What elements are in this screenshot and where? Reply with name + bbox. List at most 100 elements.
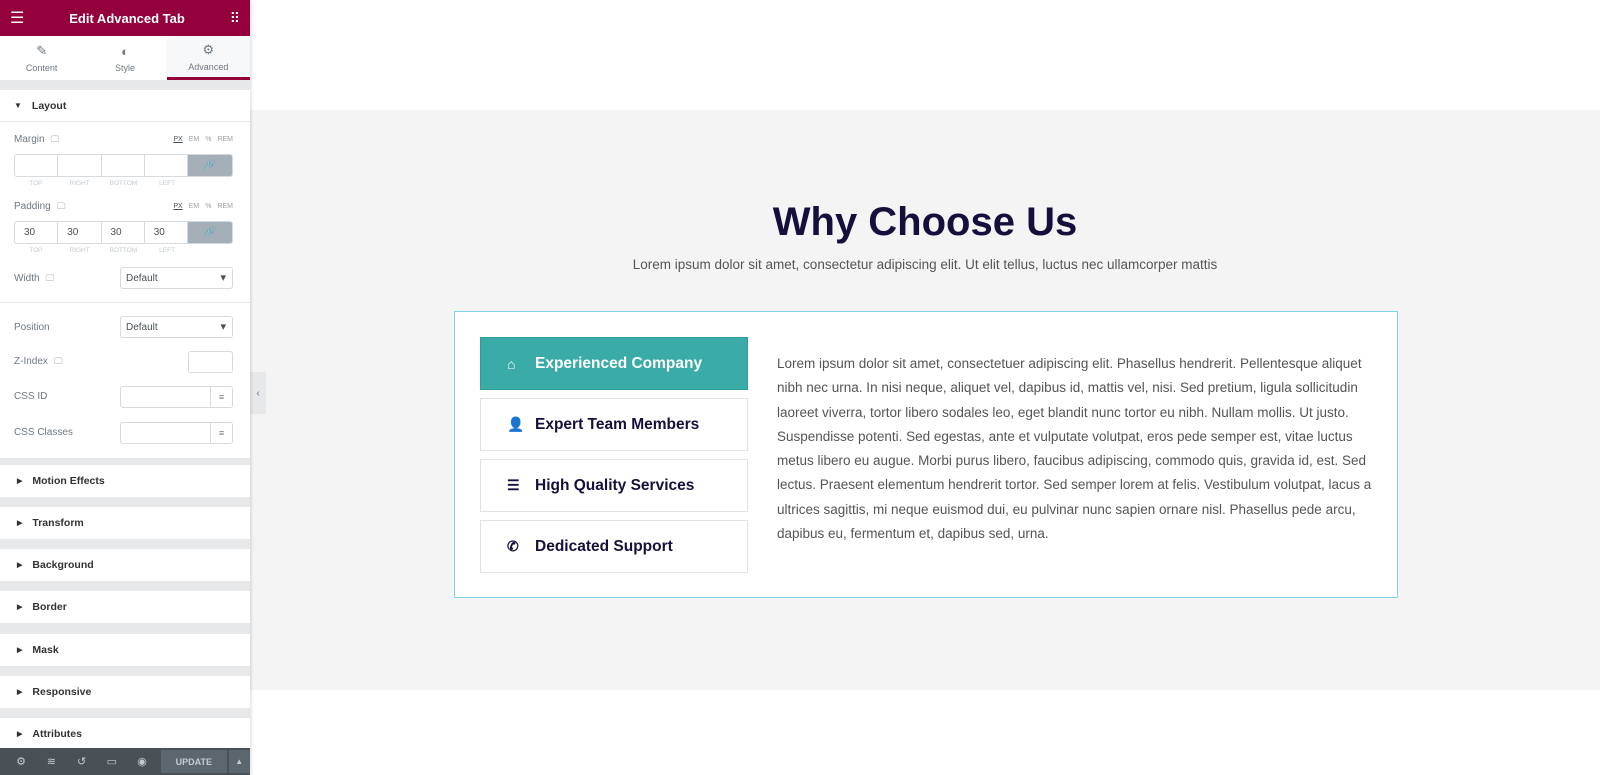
- css-id-input[interactable]: ≡: [120, 386, 233, 408]
- settings-icon[interactable]: ⚙: [6, 755, 36, 768]
- link-icon: 🔗: [203, 160, 217, 171]
- tab-label: Advanced: [188, 61, 229, 72]
- dynamic-tags-icon[interactable]: ≡: [210, 423, 232, 443]
- caret-right-icon: ▶: [17, 520, 23, 527]
- unit-px[interactable]: PX: [173, 203, 182, 210]
- margin-side-labels: TOP RIGHT BOTTOM LEFT: [29, 180, 176, 187]
- unit-rem[interactable]: REM: [217, 203, 233, 210]
- section-transform[interactable]: ▶ Transform: [0, 507, 250, 539]
- update-button[interactable]: UPDATE: [161, 750, 227, 773]
- section-border[interactable]: ▶ Border: [0, 591, 250, 623]
- css-classes-input[interactable]: ≡: [120, 422, 233, 444]
- tab-experienced-company[interactable]: ⌂ Experienced Company: [480, 337, 748, 390]
- preview-eye-icon[interactable]: ◉: [127, 755, 157, 768]
- unit-em[interactable]: EM: [189, 136, 200, 143]
- margin-units: PX EM% REM: [173, 136, 233, 143]
- link-icon: 🔗: [203, 227, 217, 238]
- unit-px[interactable]: PX: [173, 136, 182, 143]
- editor-panel: ☰ Edit Advanced Tab ⠿ ✎ Content ◐ Style ⚙ A…: [0, 0, 250, 775]
- caret-right-icon: ▶: [17, 689, 23, 696]
- tab-style[interactable]: ◐ Style: [83, 36, 166, 80]
- panel-tabs: ✎ Content ◐ Style ⚙ Advanced: [0, 36, 250, 80]
- layout-section-header[interactable]: ▼ Layout: [0, 90, 250, 122]
- tab-expert-team-members[interactable]: 👤 Expert Team Members: [480, 398, 748, 451]
- tab-advanced[interactable]: ⚙ Advanced: [166, 36, 250, 80]
- tab-label: Style: [114, 62, 135, 73]
- panel-header: ☰ Edit Advanced Tab ⠿: [0, 0, 250, 36]
- margin-left-input[interactable]: [145, 155, 188, 176]
- desktop-icon[interactable]: 🖵: [57, 201, 66, 211]
- caret-right-icon: ▶: [17, 562, 23, 569]
- padding-bottom-input[interactable]: 30: [102, 222, 145, 243]
- section-background[interactable]: ▶ Background: [0, 549, 250, 581]
- caret-right-icon: ▶: [17, 731, 23, 738]
- padding-inputs: 30 30 30 30 🔗: [14, 221, 233, 244]
- caret-right-icon: ▶: [17, 604, 23, 611]
- navigator-layers-icon[interactable]: ≋: [36, 755, 66, 768]
- caret-right-icon: ▶: [17, 647, 23, 654]
- responsive-mode-icon[interactable]: ▭: [97, 755, 127, 768]
- z-index-label: Z-Index 🖵: [14, 356, 63, 367]
- panel-footer: ⚙ ≋ ↺ ▭ ◉ UPDATE ▲: [0, 748, 250, 775]
- css-id-label: CSS ID: [14, 391, 48, 402]
- padding-units: PX EM% REM: [173, 203, 233, 210]
- phone-icon: ✆: [507, 538, 519, 554]
- gear-icon: ⚙: [202, 41, 215, 57]
- pencil-icon: ✎: [36, 43, 48, 58]
- section-mask[interactable]: ▶ Mask: [0, 634, 250, 666]
- tab-content[interactable]: ✎ Content: [0, 36, 83, 80]
- tab-dedicated-support[interactable]: ✆ Dedicated Support: [480, 520, 748, 573]
- link-values-button[interactable]: 🔗: [188, 222, 232, 243]
- desktop-icon[interactable]: 🖵: [46, 273, 55, 283]
- section-responsive[interactable]: ▶ Responsive: [0, 676, 250, 708]
- caret-right-icon: ▶: [17, 478, 23, 485]
- tab-label: Content: [25, 63, 58, 73]
- margin-inputs: 🔗: [14, 154, 233, 177]
- width-label: Width 🖵: [14, 273, 55, 284]
- padding-top-input[interactable]: 30: [15, 222, 59, 243]
- half-circle-icon: ◐: [121, 43, 129, 59]
- dynamic-tags-icon[interactable]: ≡: [210, 387, 232, 407]
- padding-label: Padding 🖵: [14, 201, 66, 212]
- chevron-left-icon: ‹: [256, 387, 260, 399]
- page-title: Why Choose Us: [772, 200, 1078, 244]
- padding-right-input[interactable]: 30: [58, 222, 102, 243]
- desktop-icon[interactable]: 🖵: [54, 356, 63, 366]
- save-options-button[interactable]: ▲: [228, 750, 250, 773]
- margin-right-input[interactable]: [58, 155, 102, 176]
- margin-top-input[interactable]: [15, 155, 59, 176]
- list-icon: ☰: [507, 477, 520, 493]
- section-motion-effects[interactable]: ▶ Motion Effects: [0, 465, 250, 497]
- tabs-widget: ⌂ Experienced Company 👤 Expert Team Member…: [454, 311, 1398, 598]
- unit-percent[interactable]: %: [205, 136, 211, 143]
- page-subtitle: Lorem ipsum dolor sit amet, consectetur …: [632, 257, 1218, 272]
- unit-percent[interactable]: %: [205, 203, 211, 210]
- unit-rem[interactable]: REM: [217, 136, 233, 143]
- caret-up-icon: ▲: [235, 757, 244, 766]
- panel-title: Edit Advanced Tab: [69, 10, 185, 26]
- unit-em[interactable]: EM: [189, 203, 200, 210]
- z-index-input[interactable]: [188, 351, 233, 373]
- hamburger-menu-icon[interactable]: ☰: [10, 8, 24, 28]
- padding-left-input[interactable]: 30: [145, 222, 188, 243]
- layout-section: ▼ Layout Margin 🖵 PX EM% REM 🔗 TOP RIGHT BOTTO…: [0, 90, 250, 458]
- desktop-icon[interactable]: 🖵: [51, 134, 60, 144]
- margin-bottom-input[interactable]: [102, 155, 145, 176]
- tab-high-quality-services[interactable]: ☰ High Quality Services: [480, 459, 748, 512]
- width-select[interactable]: Default: [120, 267, 233, 289]
- divider: [0, 302, 250, 303]
- home-icon: ⌂: [507, 355, 516, 372]
- padding-side-labels: TOP RIGHT BOTTOM LEFT: [29, 247, 176, 254]
- css-classes-label: CSS Classes: [14, 427, 73, 438]
- position-select[interactable]: Default: [120, 316, 233, 338]
- link-values-button[interactable]: 🔗: [188, 155, 232, 176]
- apps-grid-icon[interactable]: ⠿: [230, 10, 240, 27]
- section-title: Layout: [31, 99, 67, 112]
- collapse-panel-button[interactable]: ‹: [250, 372, 266, 414]
- section-attributes[interactable]: ▶ Attributes: [0, 718, 250, 750]
- tab-content-text: Lorem ipsum dolor sit amet, consectetuer…: [777, 356, 1372, 542]
- history-icon[interactable]: ↺: [66, 755, 96, 768]
- position-label: Position: [14, 322, 50, 333]
- caret-down-icon: ▼: [14, 101, 22, 110]
- margin-label: Margin 🖵: [14, 134, 60, 145]
